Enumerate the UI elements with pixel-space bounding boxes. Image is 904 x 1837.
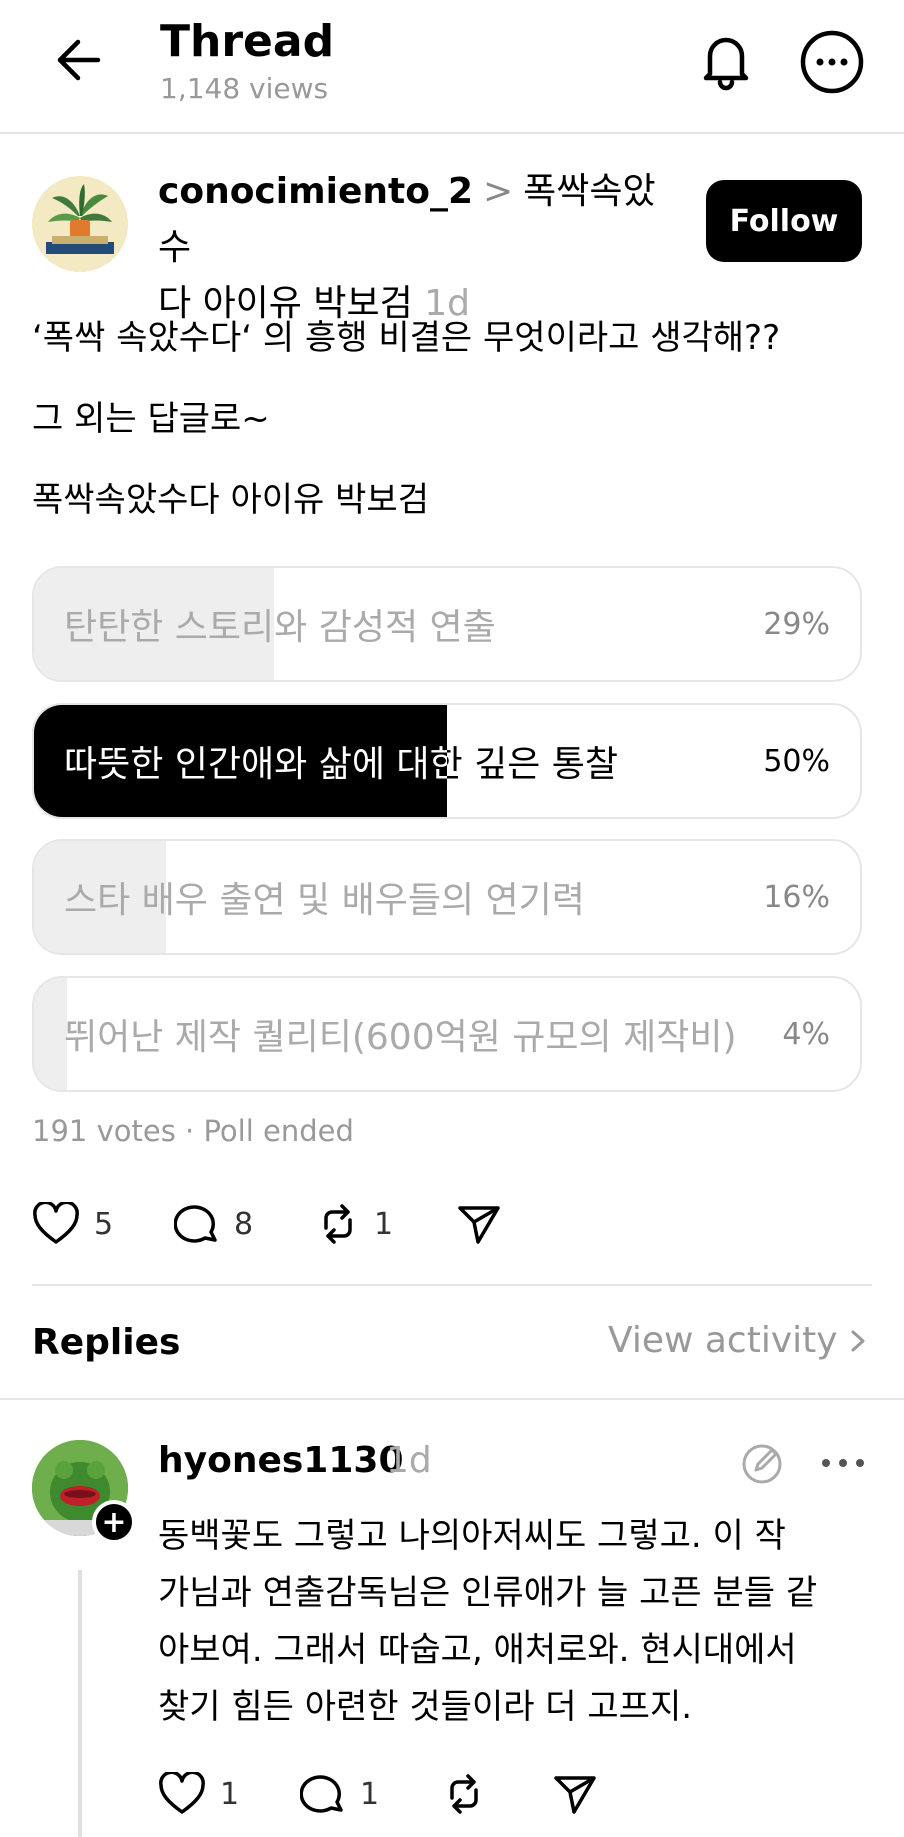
repost-icon [450,1774,478,1814]
author-username[interactable]: conocimiento_2 [158,171,473,212]
like-count: 5 [94,1206,114,1242]
poll-option-label: 뛰어난 제작 퀄리티(600억원 규모의 제작비) [64,1017,737,1058]
follow-plus-button[interactable]: + [92,1500,136,1544]
poll-option-percent: 29% [763,606,830,642]
page-title: Thread [160,16,335,67]
poll-option[interactable]: 뛰어난 제작 퀄리티(600억원 규모의 제작비) 4% [32,976,862,1092]
reply-repost-button[interactable] [442,1772,486,1816]
comment-button[interactable]: 8 [174,1202,253,1246]
share-button[interactable] [456,1202,502,1246]
author-avatar[interactable] [32,176,128,272]
more-options-icon[interactable] [818,1448,868,1478]
like-button[interactable]: 5 [32,1202,113,1246]
top-bar: Thread 1,148 views [0,0,904,134]
send-icon [554,1776,596,1814]
back-arrow-icon[interactable] [50,30,110,90]
poll-option-label-inverse: 따뜻한 인간애와 삶에 대한 깊은 통찰 [64,744,447,785]
view-activity-label: View activity [608,1320,838,1361]
reply-username[interactable]: hyones1130 [158,1440,404,1481]
follow-button[interactable]: Follow [706,180,862,262]
poll-option-label: 스타 배우 출연 및 배우들의 연기력 [64,880,585,921]
reply-time: 1d [386,1440,432,1481]
post-text-line: 그 외는 답글로~ [32,399,270,439]
poll-option-percent: 16% [763,879,830,915]
reply-comment-count: 1 [360,1776,380,1812]
poll-fill-clip: 따뜻한 인간애와 삶에 대한 깊은 통찰 [34,705,447,817]
reply-text-line: 찾기 힘든 아련한 것들이라 더 고프지. [158,1687,693,1727]
reply-comment-button[interactable]: 1 [300,1772,379,1816]
replies-heading: Replies [32,1322,181,1363]
view-activity-link[interactable]: View activity [608,1320,870,1361]
poll-option-label: 탄탄한 스토리와 감성적 연출 [64,607,496,648]
post-text-line: ‘폭싹 속았수다‘ 의 흥행 비결은 무엇이라고 생각해?? [32,318,781,358]
comment-icon [174,1205,217,1243]
bell-icon[interactable] [696,28,756,92]
heart-icon [159,1772,205,1814]
poll-option[interactable]: 탄탄한 스토리와 감성적 연출 29% [32,566,862,682]
thread-connector-line [78,1570,82,1837]
repost-icon [324,1204,352,1244]
poll-option[interactable]: 스타 배우 출연 및 배우들의 연기력 16% [32,839,862,955]
heart-icon [33,1202,79,1244]
more-options-icon[interactable] [800,30,864,94]
reply-like-button[interactable]: 1 [158,1772,239,1816]
edit-icon[interactable] [740,1442,784,1486]
poll-option-percent: 50% [763,743,830,779]
divider [32,1284,872,1286]
chevron-right-icon: > [483,171,514,212]
poll-option-fill [34,978,68,1090]
comment-icon [300,1775,343,1813]
reply-text-line: 가님과 연출감독님은 인류애가 늘 고픈 분들 같 [158,1573,818,1613]
author-line: conocimiento_2 > 폭싹속았수 다 아이유 박보검 1d [158,164,668,332]
poll-meta: 191 votes · Poll ended [32,1114,354,1148]
post-hashtag-line[interactable]: 폭싹속았수다 아이유 박보검 [32,472,429,521]
view-count: 1,148 views [160,72,329,105]
comment-count: 8 [234,1206,254,1242]
send-icon [458,1206,500,1244]
reply-text-line: 아보여. 그래서 따숩고, 애처로와. 현시대에서 [158,1630,797,1670]
poll-status: Poll ended [203,1114,354,1148]
poll-option-selected[interactable]: 따뜻한 인간애와 삶에 대한 깊은 통찰 따뜻한 인간애와 삶에 대한 깊은 통… [32,703,862,819]
reply-text-line: 동백꽃도 그렇고 나의아저씨도 그렇고. 이 작 [158,1516,786,1556]
repost-count: 1 [374,1206,394,1242]
poll-votes: 191 votes [32,1114,176,1148]
repost-button[interactable]: 1 [316,1202,393,1246]
poll-separator: · [185,1114,195,1148]
reply-like-count: 1 [220,1776,240,1812]
reply-share-button[interactable] [552,1772,598,1816]
divider [0,1398,904,1400]
chevron-right-icon [851,1330,865,1351]
poll-option-percent: 4% [782,1016,830,1052]
